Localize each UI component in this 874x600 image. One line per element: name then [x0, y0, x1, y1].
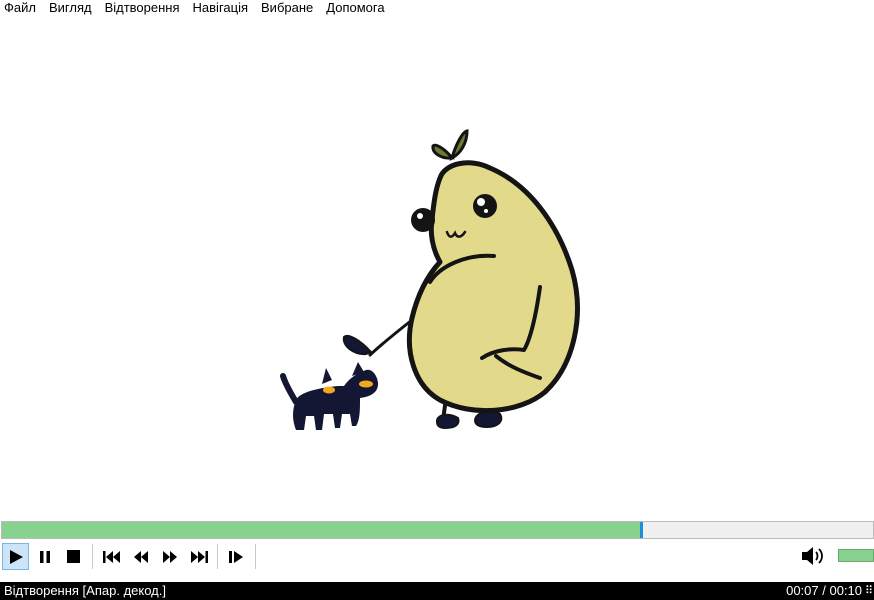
cat-illustration [280, 362, 378, 430]
status-bar: Відтворення [Апар. декод.] 00:07 / 00:10… [0, 582, 874, 600]
frame-step-button[interactable] [223, 543, 250, 570]
menu-navigation[interactable]: Навігація [187, 0, 255, 15]
playback-status: Відтворення [Апар. декод.] [4, 583, 166, 598]
menu-file[interactable]: Файл [0, 0, 43, 15]
seek-handle[interactable] [640, 522, 643, 538]
menu-bar: Файл Вигляд Відтворення Навігація Вибран… [0, 0, 874, 15]
seek-bar[interactable] [1, 521, 874, 539]
stop-icon [67, 550, 80, 563]
pause-icon [38, 550, 52, 564]
playback-controls [0, 540, 874, 573]
play-button[interactable] [2, 543, 29, 570]
time-display: 00:07 / 00:10 [786, 583, 862, 598]
mute-button[interactable] [800, 545, 828, 569]
toolbar-separator [92, 544, 93, 569]
rewind-icon [133, 550, 149, 563]
fast-forward-button[interactable] [156, 543, 183, 570]
skip-back-button[interactable] [98, 543, 125, 570]
resize-grip-icon[interactable]: ⠿ [865, 582, 873, 600]
skip-forward-button[interactable] [185, 543, 212, 570]
volume-slider[interactable] [838, 549, 874, 562]
menu-playback[interactable]: Відтворення [99, 0, 187, 15]
speaker-icon [801, 545, 827, 570]
skip-forward-icon [190, 550, 208, 563]
menu-favorites[interactable]: Вибране [255, 0, 320, 15]
toolbar-separator [255, 544, 256, 569]
play-icon [8, 549, 24, 565]
menu-view[interactable]: Вигляд [43, 0, 99, 15]
leash-loop [342, 334, 373, 356]
skip-back-icon [102, 550, 121, 563]
pause-button[interactable] [31, 543, 58, 570]
sprout-leaf [431, 129, 469, 162]
rewind-button[interactable] [127, 543, 154, 570]
stop-button[interactable] [60, 543, 87, 570]
toolbar-separator [217, 544, 218, 569]
fast-forward-icon [162, 550, 178, 563]
video-area[interactable] [0, 15, 874, 520]
menu-help[interactable]: Допомога [320, 0, 391, 15]
seek-progress-fill [2, 522, 640, 538]
frame-step-icon [229, 550, 244, 563]
video-frame-illustration [280, 129, 580, 430]
